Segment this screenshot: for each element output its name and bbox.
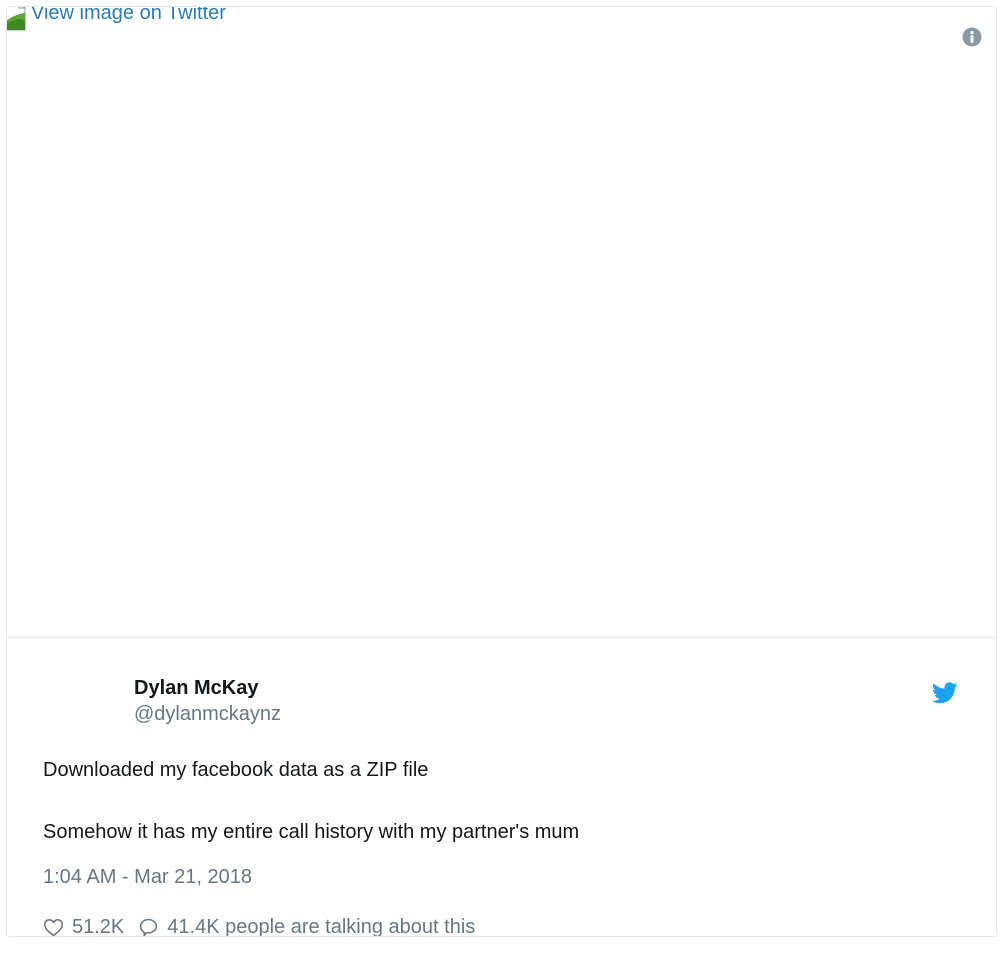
author-name[interactable]: Dylan McKay: [134, 676, 281, 700]
like-count[interactable]: 51.2K: [72, 915, 124, 936]
talking-count[interactable]: 41.4K people are talking about this: [167, 915, 475, 936]
author-handle[interactable]: @dylanmckaynz: [134, 702, 281, 726]
tweet-actions: 51.2K 41.4K people are talking about thi…: [43, 915, 475, 936]
speech-bubble-icon: [140, 918, 158, 936]
heart-icon: [43, 918, 64, 936]
twitter-bird-icon[interactable]: [932, 682, 958, 704]
embedded-tweet-card: View image on Twitter Dylan McKay @dylan…: [6, 6, 997, 937]
tweet-text: Downloaded my facebook data as a ZIP fil…: [43, 758, 579, 844]
info-icon[interactable]: [962, 27, 982, 47]
tweet-body: Dylan McKay @dylanmckaynz Downloaded my …: [7, 638, 996, 936]
broken-image-icon: [7, 7, 26, 31]
tweet-text-line: Downloaded my facebook data as a ZIP fil…: [43, 759, 429, 781]
tweet-timestamp[interactable]: 1:04 AM - Mar 21, 2018: [43, 865, 252, 889]
tweet-text-line: Somehow it has my entire call history wi…: [43, 821, 580, 843]
view-image-text[interactable]: View image on Twitter: [31, 7, 226, 24]
reply-button[interactable]: 41.4K people are talking about this: [138, 915, 475, 936]
tweet-media[interactable]: View image on Twitter: [7, 7, 996, 638]
view-image-link[interactable]: View image on Twitter: [7, 7, 226, 31]
author-block[interactable]: Dylan McKay @dylanmckaynz: [134, 676, 281, 726]
like-button[interactable]: 51.2K: [43, 915, 124, 936]
